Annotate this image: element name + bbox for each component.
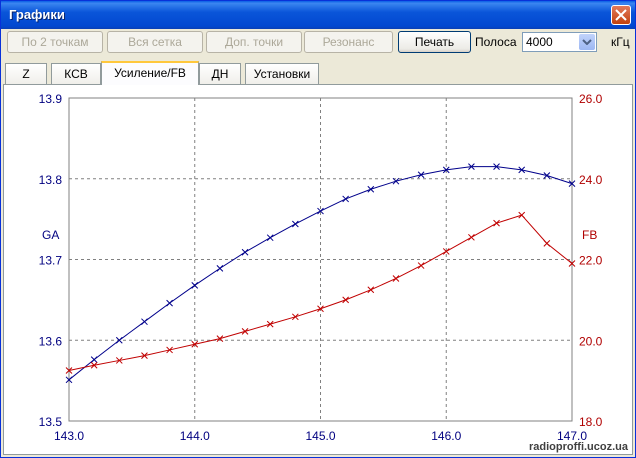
tab-settings[interactable]: Установки (245, 63, 319, 84)
data-point-fb (543, 239, 551, 247)
band-select[interactable]: 4000 (522, 32, 597, 52)
print-button[interactable]: Печать (398, 31, 471, 53)
y-right-axis-label: FB (582, 228, 597, 242)
tab-pattern[interactable]: ДН (199, 63, 241, 84)
y-left-tick-label: 13.9 (39, 92, 63, 106)
data-point-ga (241, 248, 249, 256)
tab-bar: Z КСВ Усиление/FB ДН Установки (1, 61, 635, 85)
extra-points-button[interactable]: Доп. точки (206, 31, 302, 53)
data-point-ga (291, 220, 299, 228)
graphs-window: Графики По 2 точкам Вся сетка Доп. точки… (0, 0, 636, 458)
band-label: Полоса (475, 35, 517, 49)
data-point-ga (216, 265, 224, 272)
x-tick-label: 144.0 (180, 429, 210, 443)
y-left-tick-label: 13.5 (39, 415, 63, 429)
close-button[interactable] (611, 5, 631, 25)
resonance-button[interactable]: Резонанс (304, 31, 393, 53)
full-grid-button[interactable]: Вся сетка (107, 31, 203, 53)
dropdown-button[interactable] (579, 34, 595, 50)
data-point-fb (417, 262, 425, 269)
tab-swr[interactable]: КСВ (51, 63, 101, 84)
tab-z[interactable]: Z (5, 63, 47, 84)
data-point-fb (493, 219, 500, 227)
band-value: 4000 (526, 35, 553, 49)
y-right-tick-label: 26.0 (579, 92, 603, 106)
data-point-fb (342, 296, 350, 304)
data-point-fb (266, 320, 274, 328)
two-points-button[interactable]: По 2 точкам (7, 31, 103, 53)
chart-panel: 13.5 13.6 13.7 13.8 13.9 18.0 20.0 22.0 24.0 26.0… (3, 84, 633, 455)
data-point-fb (291, 313, 299, 321)
chevron-down-icon (582, 39, 592, 45)
band-unit: кГц (611, 35, 630, 49)
window-title: Графики (9, 7, 65, 22)
y-left-axis-label: GA (42, 228, 59, 242)
data-point-ga (90, 356, 98, 363)
y-left-tick-label: 13.7 (39, 254, 63, 268)
gain-fb-chart: 13.5 13.6 13.7 13.8 13.9 18.0 20.0 22.0 24.0 26.0… (39, 92, 629, 453)
toolbar: По 2 точкам Вся сетка Доп. точки Резонан… (1, 29, 635, 59)
data-point-ga (367, 185, 375, 193)
data-point-fb (468, 233, 475, 241)
y-right-tick-label: 18.0 (579, 415, 603, 429)
tab-gain-fb[interactable]: Усиление/FB (101, 61, 199, 85)
y-right-tick-label: 24.0 (579, 173, 603, 187)
x-tick-label: 145.0 (305, 429, 335, 443)
data-point-ga (141, 318, 148, 326)
data-point-fb (518, 211, 526, 219)
x-tick-label: 146.0 (431, 429, 461, 443)
data-point-fb (392, 275, 400, 282)
data-point-ga (266, 234, 274, 242)
data-point-fb (367, 286, 375, 294)
data-point-fb (241, 328, 249, 335)
data-point-ga (342, 195, 350, 203)
y-right-tick-label: 22.0 (579, 254, 603, 268)
title-bar[interactable]: Графики (1, 1, 635, 29)
watermark: radioproffi.ucoz.ua (529, 441, 629, 453)
x-tick-label: 143.0 (54, 429, 84, 443)
close-icon (615, 9, 627, 21)
y-left-tick-label: 13.8 (39, 173, 63, 187)
data-point-ga (191, 281, 199, 289)
y-left-tick-label: 13.6 (39, 334, 63, 348)
data-point-ga (166, 299, 173, 307)
y-right-tick-label: 20.0 (579, 334, 603, 348)
